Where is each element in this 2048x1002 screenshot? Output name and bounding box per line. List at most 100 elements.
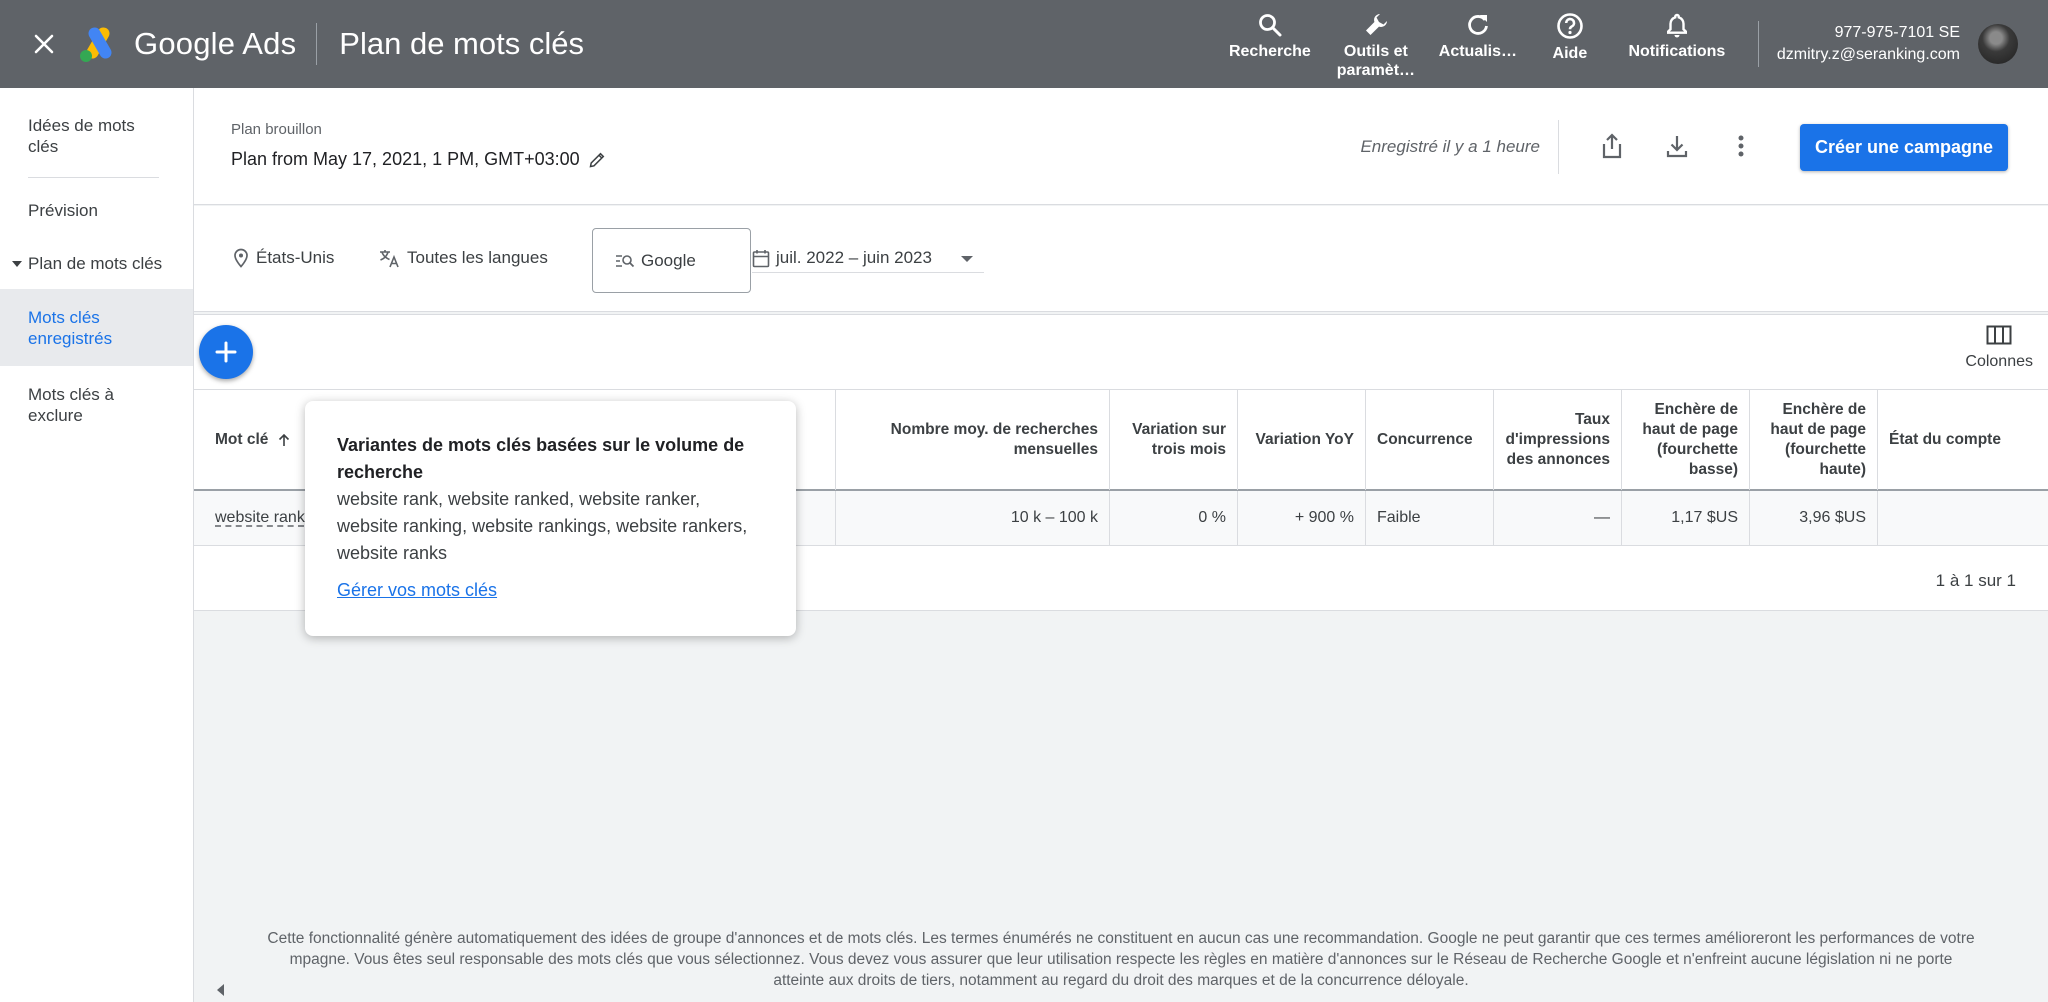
close-button[interactable] xyxy=(22,22,66,66)
header-bid-high[interactable]: Enchère de haut de page (fourchette haute) xyxy=(1750,390,1878,490)
header-impression-share[interactable]: Taux d'impressions des annonces xyxy=(1494,390,1622,490)
language-label: Toutes les langues xyxy=(407,248,548,267)
sort-arrow-up-icon xyxy=(279,433,290,446)
disclaimer-line: atteinte aux droits de tiers, notamment … xyxy=(773,972,1469,989)
top-bar: Google Ads Plan de mots clés Recherche O… xyxy=(0,0,2048,88)
columns-button[interactable]: Colonnes xyxy=(1965,325,2033,371)
wrench-icon xyxy=(1365,14,1387,35)
header-label: Variation sur xyxy=(1132,421,1226,438)
header-label: Taux xyxy=(1574,411,1610,428)
header-label: Concurrence xyxy=(1377,431,1473,448)
notifications-button[interactable]: Notifications xyxy=(1614,0,1740,61)
sidebar-item-label: Plan de mots clés xyxy=(28,254,163,273)
search-button[interactable]: Recherche xyxy=(1218,0,1322,61)
filter-bar: États-Unis Toutes les langues Google jui… xyxy=(194,206,2048,312)
google-ads-logo-icon xyxy=(80,27,112,62)
help-icon xyxy=(1557,13,1583,39)
manage-keywords-link[interactable]: Gérer vos mots clés xyxy=(337,577,497,604)
add-keywords-button[interactable] xyxy=(199,325,253,379)
sidebar-item-label: Mots clés à xyxy=(28,385,114,404)
header-label: (fourchette xyxy=(1657,441,1738,458)
header-divider xyxy=(1558,120,1559,174)
sidebar: Idées de mots clés Prévision Plan de mot… xyxy=(0,88,194,1002)
notifications-label: Notifications xyxy=(1628,43,1726,60)
header-competition[interactable]: Concurrence xyxy=(1366,390,1494,490)
cell-bid-low: 1,17 $US xyxy=(1622,491,1750,545)
sidebar-item-label: exclure xyxy=(28,406,83,425)
download-button[interactable] xyxy=(1659,128,1695,164)
header-label: Nombre moy. de recherches xyxy=(890,421,1098,438)
search-icon xyxy=(1258,14,1282,37)
header-label: haute) xyxy=(1819,461,1867,478)
refresh-button[interactable]: Actualis… xyxy=(1430,0,1526,61)
sidebar-item-forecast[interactable]: Prévision xyxy=(0,178,193,243)
saved-status: Enregistré il y a 1 heure xyxy=(1360,137,1540,156)
sidebar-item-negative-keywords[interactable]: Mots clés à exclure xyxy=(0,366,193,426)
cell-account-status xyxy=(1878,491,2048,545)
date-range-picker[interactable]: juil. 2022 – juin 2023 xyxy=(752,248,984,273)
account-id: 977-975-7101 SE xyxy=(1834,24,1960,41)
header-label: haut de page xyxy=(1770,421,1866,438)
pencil-icon[interactable] xyxy=(588,151,606,169)
plan-header: Plan brouillon Plan from May 17, 2021, 1… xyxy=(194,88,2048,205)
header-account-status[interactable]: État du compte xyxy=(1878,390,2048,490)
close-icon xyxy=(34,34,54,54)
location-label: États-Unis xyxy=(256,248,335,267)
tools-button[interactable]: Outils et paramèt… xyxy=(1322,0,1430,80)
bell-icon xyxy=(1666,13,1687,38)
plan-title[interactable]: Plan from May 17, 2021, 1 PM, GMT+03:00 xyxy=(231,149,606,170)
create-campaign-button[interactable]: Créer une campagne xyxy=(1800,124,2008,171)
pagination-label: 1 à 1 sur 1 xyxy=(1935,571,2016,590)
sidebar-item-keyword-ideas[interactable]: Idées de mots clés xyxy=(0,88,193,177)
page-title: Plan de mots clés xyxy=(339,26,584,61)
plan-title-text: Plan from May 17, 2021, 1 PM, GMT+03:00 xyxy=(231,149,580,169)
dropdown-arrow-icon xyxy=(961,256,973,262)
header-label: basse) xyxy=(1688,461,1738,478)
tools-label-1: Outils et xyxy=(1343,43,1408,60)
header-keyword-label: Mot clé xyxy=(215,431,269,448)
header-avg-searches[interactable]: Nombre moy. de recherches mensuelles xyxy=(836,390,1110,490)
share-button[interactable] xyxy=(1594,128,1630,164)
translate-icon xyxy=(380,250,399,268)
tooltip-body: website rank, website ranked, website ra… xyxy=(337,489,748,563)
date-range-label: juil. 2022 – juin 2023 xyxy=(776,248,932,267)
google-ads-logo[interactable]: Google Ads xyxy=(78,25,296,63)
network-label: Google xyxy=(641,250,696,270)
sidebar-item-label: clés xyxy=(28,137,59,156)
keyword-variants-tooltip: Variantes de mots clés basées sur le vol… xyxy=(305,401,796,636)
tooltip-title: Variantes de mots clés basées sur le vol… xyxy=(337,435,745,482)
more-options-button[interactable] xyxy=(1723,128,1759,164)
language-filter[interactable]: Toutes les langues xyxy=(379,248,548,268)
header-label: trois mois xyxy=(1151,441,1226,458)
account-email: dzmitry.z@seranking.com xyxy=(1776,46,1960,63)
header-label: (fourchette xyxy=(1785,441,1866,458)
header-yoy[interactable]: Variation YoY xyxy=(1238,390,1366,490)
disclaimer-line: Cette fonctionnalité génère automatiquem… xyxy=(267,930,1975,947)
topbar-actions: Recherche Outils et paramèt… Actualis… A… xyxy=(1218,0,2048,88)
cell-bid-high: 3,96 $US xyxy=(1750,491,1878,545)
sidebar-item-saved-keywords[interactable]: Mots clés enregistrés xyxy=(0,289,193,366)
refresh-icon xyxy=(1468,15,1488,35)
header-three-month[interactable]: Variation sur trois mois xyxy=(1110,390,1238,490)
location-filter[interactable]: États-Unis xyxy=(232,248,334,268)
account-switcher[interactable]: 977-975-7101 SE dzmitry.z@seranking.com xyxy=(1757,0,2048,88)
sidebar-item-keyword-plan[interactable]: Plan de mots clés xyxy=(0,243,193,289)
keyword-link[interactable]: website rank xyxy=(215,509,305,527)
header-label: des annonces xyxy=(1506,451,1610,468)
cell-avg-searches: 10 k – 100 k xyxy=(836,491,1110,545)
network-filter[interactable]: Google xyxy=(592,228,751,293)
chevron-left-icon xyxy=(217,984,224,996)
search-label: Recherche xyxy=(1228,43,1311,60)
network-search-icon xyxy=(616,254,635,267)
plus-icon xyxy=(215,341,237,363)
help-button[interactable]: Aide xyxy=(1526,0,1614,63)
collapse-sidebar-button[interactable] xyxy=(208,972,232,1002)
header-bid-low[interactable]: Enchère de haut de page (fourchette basse) xyxy=(1622,390,1750,490)
disclaimer: Cette fonctionnalité génère automatiquem… xyxy=(194,928,2048,991)
avatar[interactable] xyxy=(1978,24,2018,64)
plan-status-label: Plan brouillon xyxy=(231,121,322,138)
sidebar-item-label: Mots clés xyxy=(28,308,100,327)
topbar-divider xyxy=(316,23,318,65)
cell-three-month: 0 % xyxy=(1110,491,1238,545)
calendar-icon xyxy=(752,249,770,267)
